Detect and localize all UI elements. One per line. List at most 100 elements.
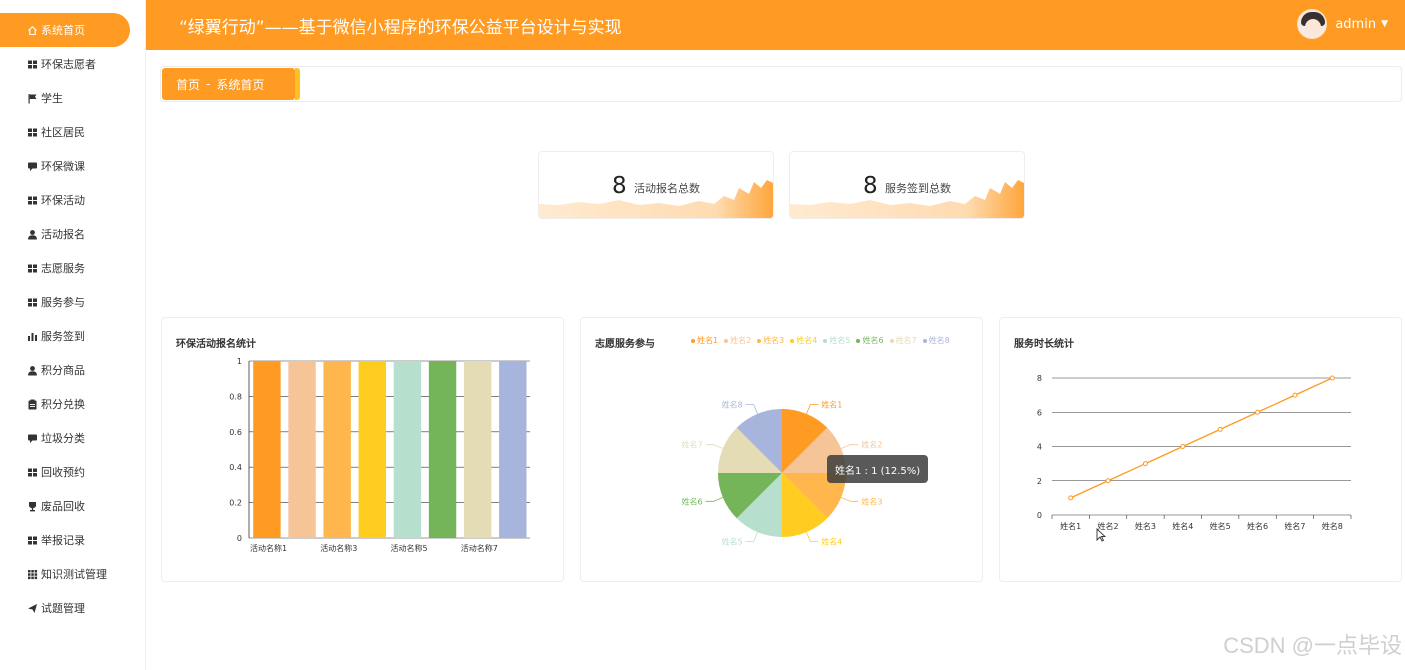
sidebar-item[interactable]: 回收预约: [0, 455, 130, 489]
bar: [253, 361, 281, 538]
sidebar-item-label: 系统首页: [41, 24, 85, 37]
stat-card-signins: 8 服务签到总数: [789, 151, 1025, 219]
bar: [288, 361, 316, 538]
sidebar-item-label: 积分商品: [41, 364, 85, 377]
sidebar-item-label: 服务签到: [41, 330, 85, 343]
x-tick-label: 姓名7: [1284, 521, 1305, 531]
sidebar-item[interactable]: 学生: [0, 81, 130, 115]
y-tick-label: 0.4: [229, 463, 242, 472]
sidebar-item[interactable]: 环保活动: [0, 183, 130, 217]
x-tick-label: 姓名4: [1172, 521, 1193, 531]
sidebar-item[interactable]: 废品回收: [0, 489, 130, 523]
username: admin: [1335, 16, 1377, 32]
line-point: [1105, 478, 1111, 484]
stat-label: 服务签到总数: [885, 182, 951, 195]
sidebar-item[interactable]: 试题管理: [0, 591, 130, 625]
y-tick-label: 4: [1037, 443, 1042, 452]
grid-icon: [27, 467, 38, 478]
pie-label: 姓名8: [722, 400, 743, 410]
y-tick-label: 2: [1037, 477, 1042, 486]
sidebar-item-label: 环保活动: [41, 194, 85, 207]
y-tick-label: 0.8: [229, 392, 242, 401]
sidebar-item-label: 志愿服务: [41, 262, 85, 275]
sidebar-item[interactable]: 垃圾分类: [0, 421, 130, 455]
sidebar-item-label: 环保志愿者: [41, 58, 96, 71]
bar: [428, 361, 457, 538]
bar: [358, 361, 386, 538]
clipboard-icon: [27, 399, 38, 410]
watermark: CSDN @一点毕设: [1223, 633, 1402, 658]
y-tick-label: 1: [237, 357, 242, 366]
y-tick-label: 0.2: [229, 499, 242, 508]
bar-chart-panel: 环保活动报名统计 0 0.2 0.4 0.6 0.8 1 活动名称1 活动名称3 活动名称5 活动…: [161, 317, 564, 582]
pie-label: 姓名2: [861, 440, 882, 450]
pie-chart: 姓名1 姓名2 姓名3 姓名4 姓名5 姓名6 姓名7 姓名8: [682, 400, 883, 547]
line-point: [1255, 409, 1261, 415]
pie-chart-panel: 志愿服务参与 姓名1 姓名2 姓名3 姓名4 姓名5 姓名6 姓名7 姓名8 姓名1 姓名2 姓名…: [580, 317, 983, 582]
line-point: [1142, 461, 1148, 467]
pie-label: 姓名7: [682, 440, 703, 450]
bar-chart-icon: [27, 331, 38, 342]
sidebar-item[interactable]: 积分商品: [0, 353, 130, 387]
x-tick-label: 姓名1: [1060, 521, 1081, 531]
x-tick-label: 姓名8: [1322, 521, 1343, 531]
sidebar-item-label: 回收预约: [41, 466, 85, 479]
sidebar-item[interactable]: 系统首页: [0, 13, 130, 47]
pie-label-line: [745, 531, 758, 542]
grid-icon: [27, 535, 38, 546]
sidebar-item-label: 社区居民: [41, 126, 85, 139]
sidebar-item[interactable]: 知识测试管理: [0, 557, 130, 591]
line-point: [1292, 392, 1298, 398]
breadcrumb-home[interactable]: 首页: [176, 76, 200, 93]
sidebar-item-label: 知识测试管理: [41, 568, 107, 581]
x-tick-label: 姓名5: [1210, 521, 1231, 531]
sidebar-item-label: 试题管理: [41, 602, 85, 615]
pie-label-line: [806, 531, 819, 542]
sidebar-item[interactable]: 活动报名: [0, 217, 130, 251]
bar: [393, 361, 422, 538]
sidebar-item-label: 服务参与: [41, 296, 85, 309]
bar: [323, 361, 351, 538]
sidebar: 系统首页环保志愿者学生社区居民环保微课环保活动活动报名志愿服务服务参与服务签到积…: [0, 0, 146, 670]
sidebar-item-label: 废品回收: [41, 500, 85, 513]
sidebar-item[interactable]: 服务参与: [0, 285, 130, 319]
breadcrumb-bar: 首页 - 系统首页: [160, 66, 1402, 102]
sidebar-item[interactable]: 积分兑换: [0, 387, 130, 421]
chat-icon: [27, 433, 38, 444]
grid-icon: [27, 127, 38, 138]
sidebar-item-label: 学生: [41, 92, 63, 105]
sidebar-item[interactable]: 环保微课: [0, 149, 130, 183]
pie-label-line: [840, 497, 859, 502]
breadcrumb: 首页 - 系统首页: [162, 68, 300, 100]
pie-label: 姓名3: [861, 496, 882, 506]
trophy-icon: [27, 501, 38, 512]
line-chart: 02468姓名1 姓名2 姓名3 姓名4 姓名5 姓名6 姓名7 姓名8: [1037, 374, 1352, 531]
sidebar-item[interactable]: 环保志愿者: [0, 47, 130, 81]
header: “绿翼行动”——基于微信小程序的环保公益平台设计与实现 admin ▼: [146, 0, 1405, 50]
user-menu[interactable]: admin ▼: [1297, 9, 1388, 39]
sidebar-item[interactable]: 服务签到: [0, 319, 130, 353]
x-tick-label: 活动名称3: [320, 543, 357, 553]
sidebar-item-label: 积分兑换: [41, 398, 85, 411]
caret-down-icon: ▼: [1381, 19, 1388, 29]
pie-tooltip: 姓名1 : 1 (12.5%): [827, 455, 929, 483]
send-icon: [27, 603, 38, 614]
sidebar-item[interactable]: 社区居民: [0, 115, 130, 149]
x-tick-label: 活动名称5: [391, 543, 428, 553]
grid-icon: [27, 263, 38, 274]
sidebar-item[interactable]: 志愿服务: [0, 251, 130, 285]
line-point: [1068, 495, 1074, 501]
pie-label-line: [705, 444, 724, 449]
sidebar-item[interactable]: 举报记录: [0, 523, 130, 557]
grid-icon: [27, 59, 38, 70]
sidebar-item-label: 活动报名: [41, 228, 85, 241]
line-point: [1180, 444, 1186, 449]
user-icon: [27, 365, 38, 376]
x-tick-label: 姓名6: [1247, 521, 1268, 531]
line-point: [1217, 426, 1223, 432]
grid-icon: [27, 297, 38, 308]
stat-label: 活动报名总数: [634, 182, 700, 195]
pie-label-line: [705, 497, 724, 502]
pie-label-line: [745, 404, 758, 415]
line-point: [1329, 375, 1335, 381]
